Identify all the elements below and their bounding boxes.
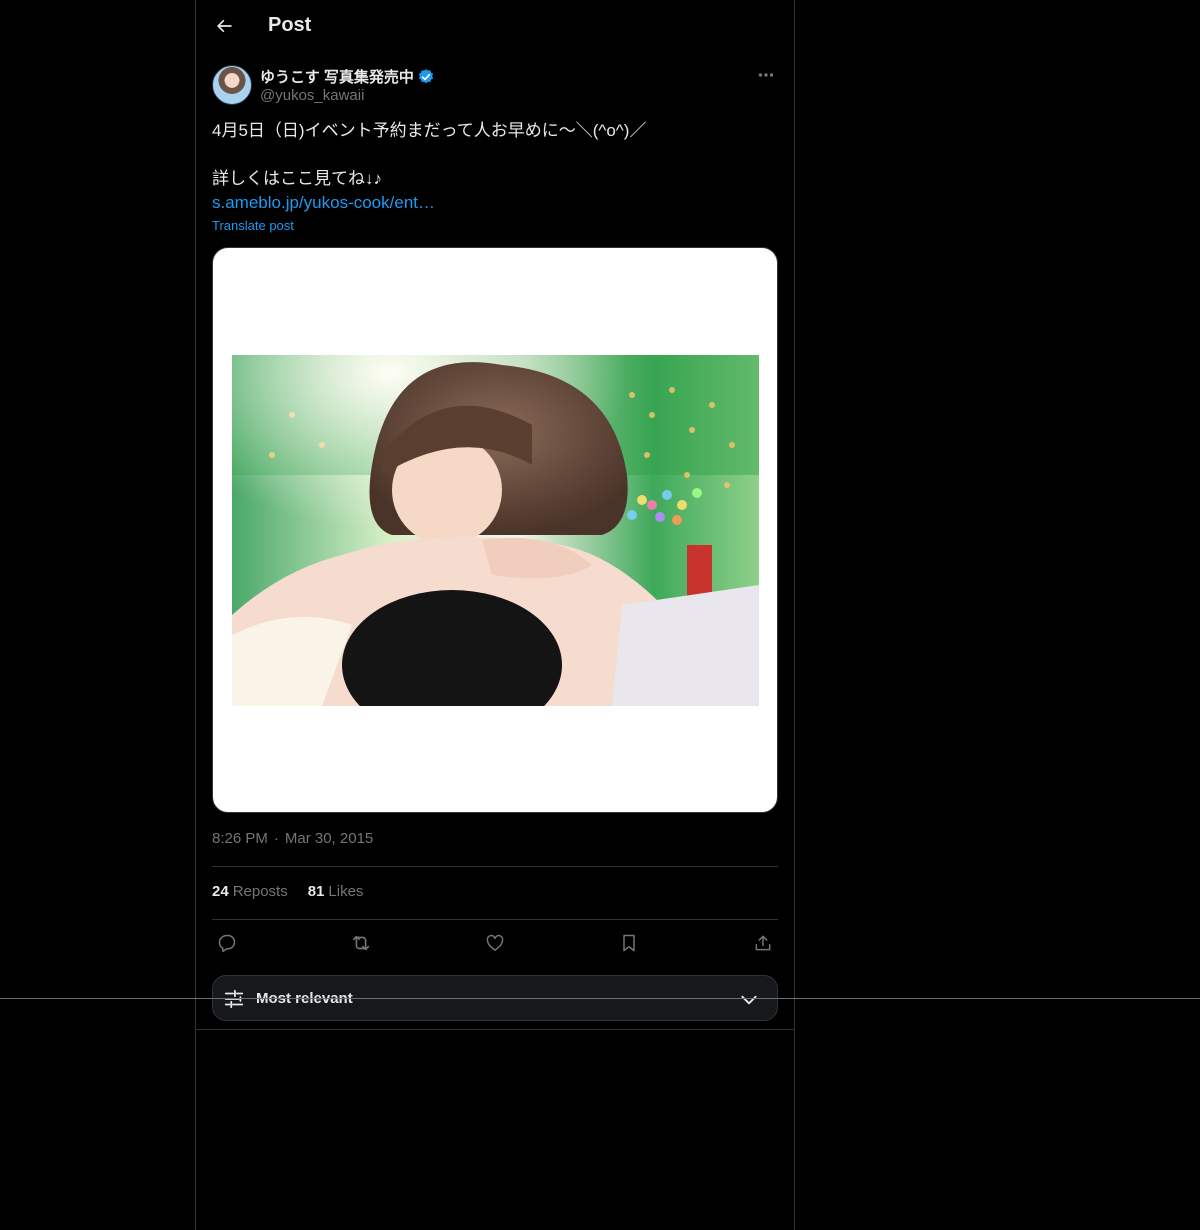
reposts-stat[interactable]: 24 Reposts — [212, 883, 288, 900]
post-stats: 24 Reposts 81 Likes — [212, 883, 363, 900]
timestamp-separator: · — [273, 830, 279, 847]
page-title: Post — [268, 14, 312, 36]
bookmark-icon — [623, 934, 635, 952]
author-handle[interactable]: @yukos_kawaii — [260, 87, 364, 104]
avatar[interactable] — [212, 65, 252, 105]
post-time: 8:26 PM — [212, 830, 268, 847]
share-icon — [755, 935, 771, 951]
translate-post-link[interactable]: Translate post — [212, 218, 294, 233]
reposts-label: Reposts — [232, 883, 288, 900]
more-options-button[interactable] — [754, 65, 778, 85]
author-row: ゆうこす 写真集発売中 @yukos_kawaii — [212, 65, 778, 107]
post-column: Post ゆうこす 写真集発売中 @yukos_kawaii 4月5日（日)イベ… — [195, 0, 795, 1230]
sliders-icon — [224, 989, 244, 1009]
repost-icon — [352, 935, 370, 951]
divider — [212, 866, 778, 867]
post-text-line-2: 詳しくはここ見てね↓♪ — [212, 169, 382, 188]
post-photo[interactable] — [232, 355, 759, 706]
chevron-down-icon — [741, 995, 757, 1005]
likes-stat[interactable]: 81 Likes — [308, 883, 364, 900]
post-text-spacer — [212, 143, 778, 167]
post-text: 4月5日（日)イベント予約まだって人お早めに〜＼(^o^)／ 詳しくはここ見てね… — [212, 119, 778, 215]
section-divider — [196, 1029, 794, 1030]
reposts-count: 24 — [212, 883, 229, 900]
like-icon — [486, 934, 504, 951]
arrow-left-icon — [217, 19, 232, 33]
reply-button[interactable] — [212, 928, 242, 958]
author-name[interactable]: ゆうこす 写真集発売中 — [260, 66, 435, 87]
like-button[interactable] — [480, 928, 510, 958]
likes-count: 81 — [307, 883, 325, 900]
repost-button[interactable] — [346, 928, 376, 958]
divider — [212, 919, 778, 920]
more-dots-icon — [758, 73, 774, 77]
horizontal-rule — [0, 998, 1200, 999]
author-display-name: ゆうこす 写真集発売中 — [260, 69, 414, 86]
back-button[interactable] — [207, 9, 241, 43]
post-link[interactable]: s.ameblo.jp/yukos-cook/ent… — [212, 193, 435, 212]
post-actions — [212, 928, 778, 958]
verified-badge-icon — [418, 68, 433, 83]
share-button[interactable] — [748, 928, 778, 958]
post-timestamp[interactable]: 8:26 PM · Mar 30, 2015 — [212, 830, 373, 847]
reply-icon — [218, 934, 236, 953]
post-media[interactable] — [212, 247, 778, 813]
likes-label: Likes — [328, 883, 364, 900]
top-bar: Post — [196, 0, 794, 54]
post-text-line-1: 4月5日（日)イベント予約まだって人お早めに〜＼(^o^)／ — [212, 121, 647, 140]
bookmark-button[interactable] — [614, 928, 644, 958]
post-date: Mar 30, 2015 — [284, 830, 374, 847]
